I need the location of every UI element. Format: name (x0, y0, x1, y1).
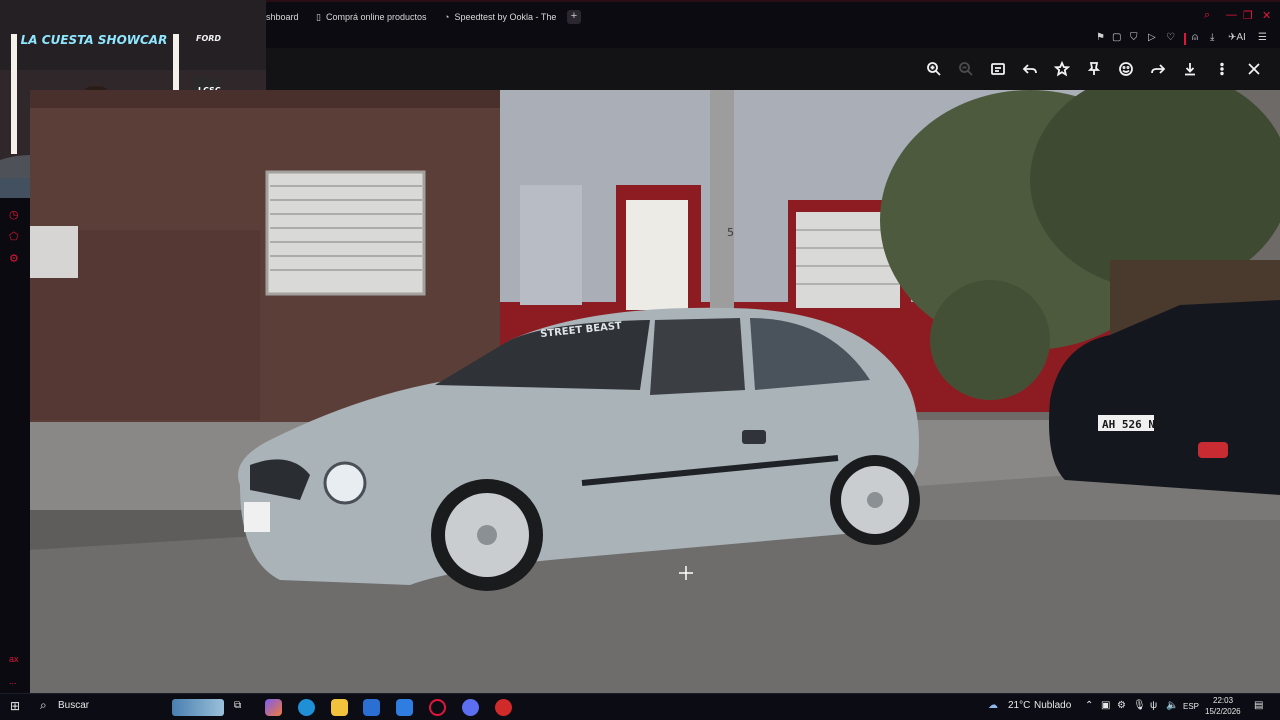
tray-icon[interactable]: ▣ (1101, 700, 1110, 711)
browser-sidebar: ◷ ⬠ ⚙ ax ... (0, 198, 30, 693)
discord-icon[interactable] (462, 699, 479, 716)
zoom-out-icon[interactable] (957, 60, 975, 78)
chevron-up-icon[interactable]: ⌃ (1085, 700, 1093, 711)
close-window-icon[interactable]: ✕ (1262, 9, 1271, 22)
download-icon[interactable] (1181, 60, 1199, 78)
ai-label: AI (1236, 32, 1246, 43)
edge-icon[interactable] (298, 699, 315, 716)
tab-bar: shboard ▯ Comprá online productos ◔ Spee… (266, 0, 1280, 30)
browser-toolbar: ⚑ ▢ ⛉ ▷ ♡ ⍝ ⤓ ✈AI ☰ (266, 30, 1280, 48)
cloud-icon: ☁ (988, 700, 998, 711)
emoji-icon[interactable] (1117, 60, 1135, 78)
svg-text:FORD: FORD (196, 34, 221, 43)
tab-speedtest[interactable]: ◔ Speedtest by Ookla - The (444, 8, 556, 26)
search-tabs-icon[interactable]: ⌕ (1204, 9, 1210, 22)
search-icon: ⌕ (40, 698, 47, 712)
heart-icon[interactable]: ♡ (1166, 32, 1175, 43)
neon-sign: LA CUESTA SHOWCAR (21, 33, 168, 47)
clock-date[interactable]: 15/2/2026 (1205, 707, 1241, 716)
new-tab-button[interactable]: + (567, 10, 581, 24)
snapshot-icon[interactable]: ▢ (1112, 32, 1121, 43)
settings-icon[interactable]: ⚙ (9, 252, 19, 265)
profile-icon[interactable]: ⍝ (1192, 32, 1198, 43)
street-photo: 5 AH 526 NA STREET BEAST (30, 90, 1280, 693)
task-view-icon[interactable]: ⧉ (234, 700, 241, 711)
restore-icon[interactable]: ❐ (1243, 9, 1253, 22)
tab-compra-online[interactable]: ▯ Comprá online productos (316, 8, 427, 26)
pin-icon[interactable] (1085, 60, 1103, 78)
language-indicator[interactable]: ESP (1183, 702, 1199, 711)
notifications-icon[interactable]: ▤ (1254, 700, 1263, 711)
sidebar-more[interactable]: ... (9, 676, 17, 686)
app-icon[interactable] (495, 699, 512, 716)
star-icon[interactable] (1053, 60, 1071, 78)
close-icon[interactable] (1245, 60, 1263, 78)
windows-start-icon[interactable]: ⊞ (10, 699, 20, 713)
tab-label: Speedtest by Ookla - The (454, 12, 557, 22)
store-icon[interactable] (363, 699, 380, 716)
door-number: 5 (727, 226, 734, 239)
minimize-icon[interactable]: — (1226, 9, 1237, 21)
taskbar-search-input[interactable]: Buscar (58, 700, 89, 711)
volume-icon[interactable]: 🔈 (1166, 700, 1178, 711)
page-icon: ▯ (316, 11, 321, 22)
zoom-in-icon[interactable] (925, 60, 943, 78)
speedtest-icon: ◔ (444, 12, 450, 22)
weather-desc[interactable]: Nublado (1034, 700, 1071, 711)
outlook-icon[interactable] (396, 699, 413, 716)
black-car-plate: AH 526 NA (1102, 418, 1162, 431)
tab-label: Comprá online productos (325, 12, 427, 22)
photo-viewer-image[interactable]: 5 AH 526 NA STREET BEAST (30, 90, 1280, 693)
more-icon[interactable] (1213, 60, 1231, 78)
caption-icon[interactable] (989, 60, 1007, 78)
windows-taskbar: ⊞ ⌕ Buscar ⧉ ☁ 21°C Nublado ⌃ ▣ ⚙ 🎙 ψ 🔈 … (0, 693, 1280, 720)
reply-icon[interactable] (1021, 60, 1039, 78)
copilot-icon[interactable] (265, 699, 282, 716)
downloads-icon[interactable]: ⤓ (1210, 32, 1214, 43)
aria-ai-button[interactable]: ✈AI (1228, 32, 1246, 43)
mic-icon[interactable]: 🎙 (1133, 700, 1146, 711)
opera-gx-icon[interactable] (429, 699, 446, 716)
forward-icon[interactable] (1149, 60, 1167, 78)
tab-label: shboard (266, 12, 299, 22)
bookmarks-icon[interactable]: ⬠ (9, 230, 19, 243)
bookmark-icon[interactable]: ⚑ (1096, 32, 1105, 43)
sidebar-bottom-label[interactable]: ax (9, 654, 19, 664)
menu-icon[interactable]: ☰ (1258, 32, 1267, 43)
tab-dashboard[interactable]: shboard (266, 8, 299, 26)
clock-time[interactable]: 22:03 (1213, 696, 1233, 705)
history-icon[interactable]: ◷ (9, 208, 19, 221)
toolbar-divider (1184, 33, 1186, 45)
media-viewer-header (266, 48, 1280, 90)
search-highlight-image[interactable] (172, 699, 224, 716)
network-icon[interactable]: ⚙ (1117, 700, 1126, 711)
weather-temp[interactable]: 21°C (1008, 700, 1030, 711)
file-explorer-icon[interactable] (331, 699, 348, 716)
play-icon[interactable]: ▷ (1148, 32, 1156, 43)
wifi-icon[interactable]: ψ (1150, 700, 1157, 711)
shield-icon[interactable]: ⛉ (1130, 32, 1138, 43)
